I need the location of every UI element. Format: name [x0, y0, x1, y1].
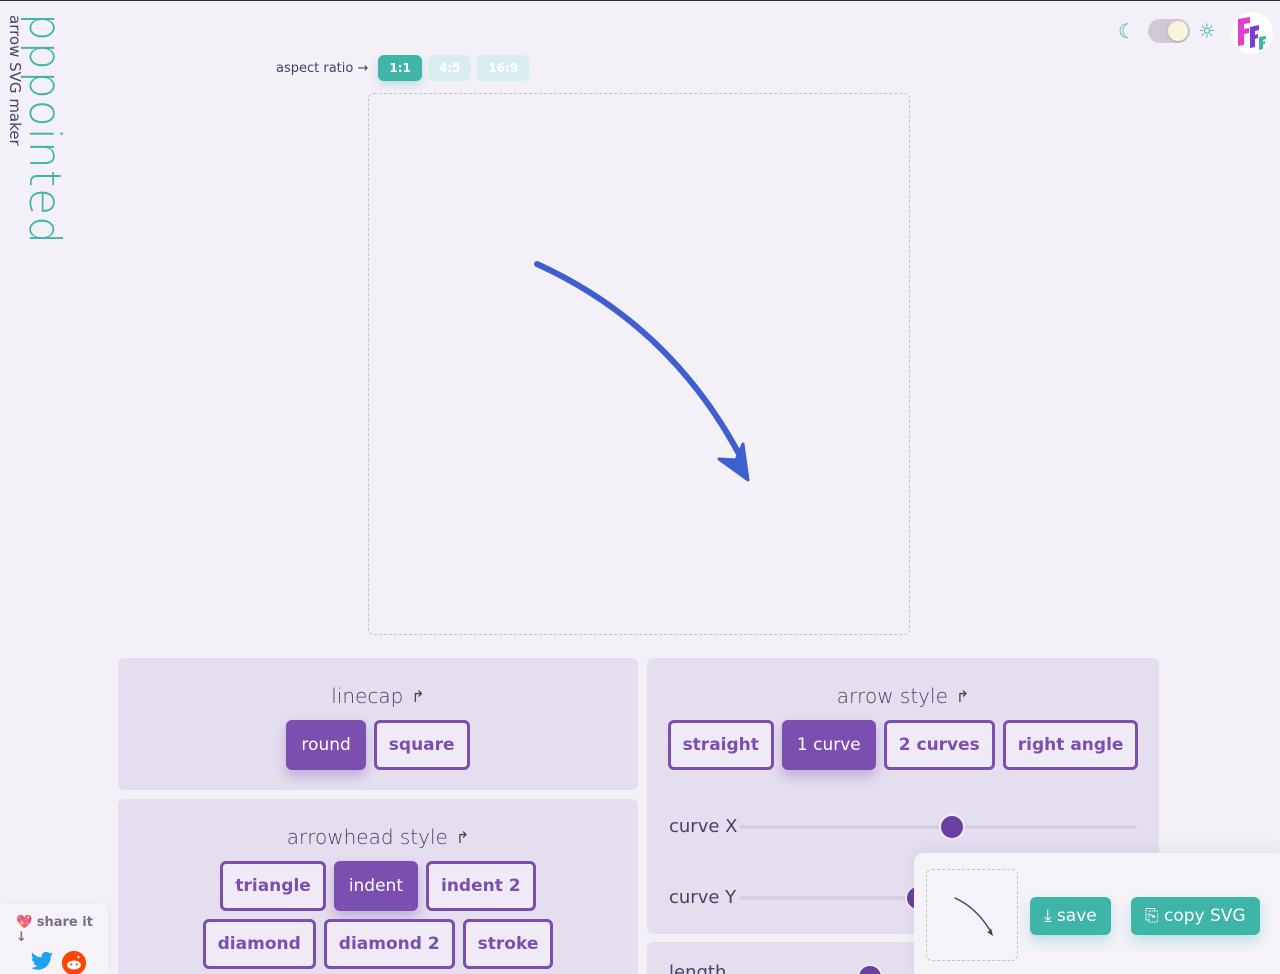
- arrowhead-indent2-button[interactable]: indent 2: [426, 861, 536, 911]
- reddit-icon[interactable]: [62, 951, 86, 974]
- theme-toggle[interactable]: [1148, 19, 1190, 43]
- logo-icon[interactable]: [1230, 11, 1274, 55]
- app-title: pppointed: [19, 13, 70, 246]
- arrow-preview-svg: [534, 261, 750, 482]
- toggle-knob: [1168, 21, 1188, 41]
- style-right-angle-button[interactable]: right angle: [1002, 720, 1139, 770]
- share-box: 💖 share it ↓: [0, 903, 108, 974]
- arrowhead-title-text: arrowhead style: [286, 825, 448, 849]
- aspect-1-1-button[interactable]: 1:1: [378, 55, 422, 81]
- aspect-4-5-button[interactable]: 4:5: [427, 55, 472, 81]
- arrowhead-title: arrowhead style ↱: [118, 825, 638, 849]
- arrowhead-diamond2-button[interactable]: diamond 2: [323, 919, 455, 969]
- save-button[interactable]: ⤓ save: [1030, 897, 1111, 935]
- moon-icon: ☾: [1118, 19, 1136, 43]
- arrow-style-title-text: arrow style: [836, 684, 948, 708]
- app-tagline: arrow SVG maker: [6, 15, 24, 146]
- aspect-ratio-label: aspect ratio →: [276, 60, 369, 76]
- share-label: 💖 share it ↓: [16, 915, 93, 945]
- length-label: length: [669, 962, 727, 974]
- arrow-canvas: [368, 93, 910, 635]
- curve-x-slider-row: curve X: [669, 813, 1137, 840]
- aspect-16-9-button[interactable]: 16:9: [477, 55, 530, 81]
- curve-y-label: curve Y: [669, 887, 737, 908]
- theme-switcher: ☾ ☼: [1118, 19, 1216, 43]
- linecap-title-text: linecap: [331, 684, 404, 708]
- arrowhead-panel: arrowhead style ↱ triangle indent indent…: [118, 799, 638, 974]
- arrowhead-triangle-button[interactable]: triangle: [220, 861, 326, 911]
- linecap-panel: linecap ↱ round square: [118, 658, 638, 790]
- aspect-ratio-selector: aspect ratio → 1:1 4:5 16:9: [276, 55, 530, 81]
- copy-svg-button[interactable]: ⎘ copy SVG: [1131, 897, 1260, 935]
- style-1-curve-button[interactable]: 1 curve: [781, 720, 876, 770]
- arrow-style-reset-icon[interactable]: ↱: [956, 687, 969, 706]
- curve-x-label: curve X: [669, 816, 738, 837]
- arrowhead-stroke-button[interactable]: stroke: [462, 919, 554, 969]
- linecap-square-button[interactable]: square: [373, 720, 470, 770]
- arrowhead-reset-icon[interactable]: ↱: [456, 828, 469, 847]
- linecap-title: linecap ↱: [118, 684, 638, 708]
- arrow-style-title: arrow style ↱: [647, 684, 1159, 708]
- linecap-round-button[interactable]: round: [286, 720, 366, 770]
- export-bar: ⤓ save ⎘ copy SVG: [914, 853, 1280, 974]
- style-straight-button[interactable]: straight: [667, 720, 774, 770]
- export-preview: [926, 869, 1018, 961]
- sun-icon: ☼: [1198, 19, 1216, 43]
- length-knob[interactable]: [857, 964, 883, 974]
- arrowhead-diamond-button[interactable]: diamond: [202, 919, 316, 969]
- arrowhead-indent-button[interactable]: indent: [333, 861, 418, 911]
- curve-x-knob[interactable]: [939, 813, 965, 840]
- linecap-reset-icon[interactable]: ↱: [411, 687, 424, 706]
- style-2-curves-button[interactable]: 2 curves: [883, 720, 995, 770]
- twitter-icon[interactable]: [30, 951, 54, 973]
- curve-x-track[interactable]: [739, 813, 1137, 840]
